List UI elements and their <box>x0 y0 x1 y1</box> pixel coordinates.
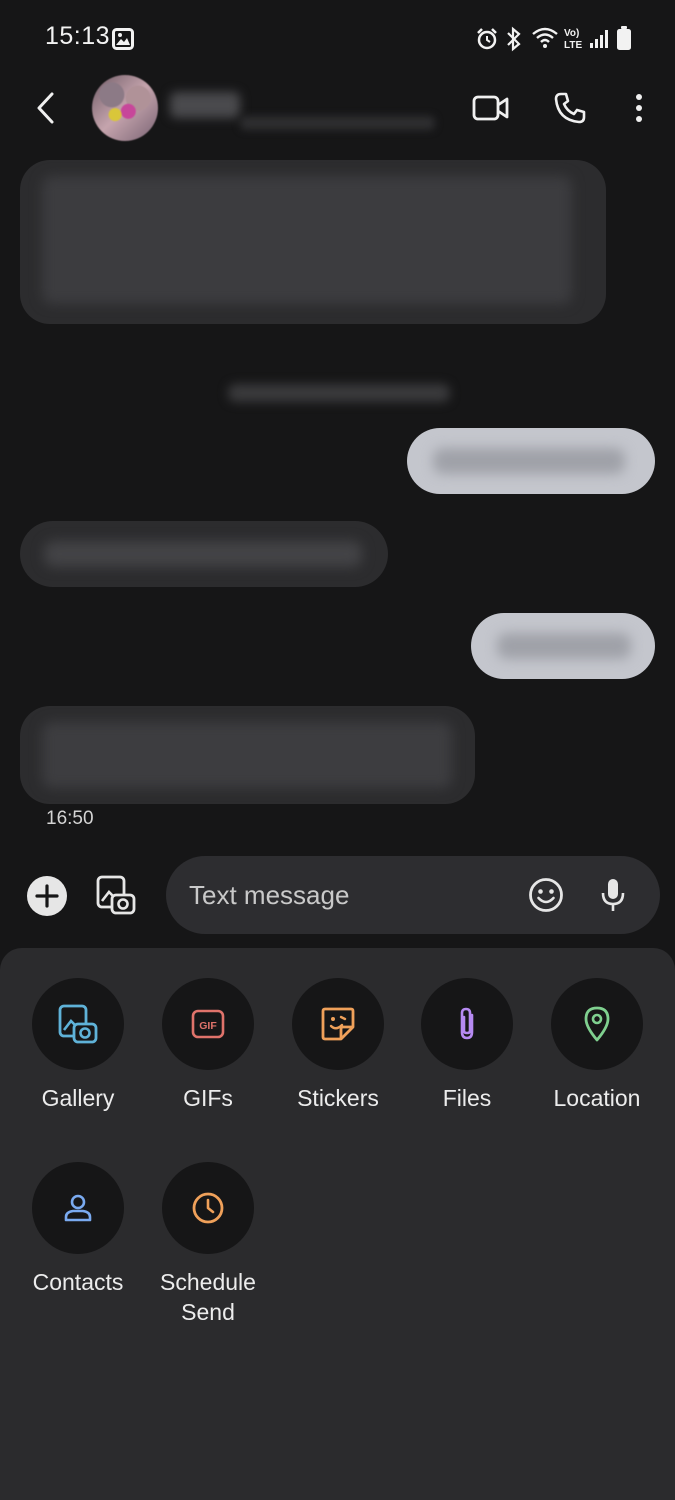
video-call-button[interactable] <box>465 84 517 132</box>
phone-call-button[interactable] <box>546 84 594 132</box>
attachment-panel: Gallery GIF GIFs Stickers Files Location… <box>0 948 675 1500</box>
location-option-button[interactable] <box>551 978 643 1070</box>
microphone-icon <box>601 879 625 911</box>
contacts-option-button[interactable] <box>32 1162 124 1254</box>
contacts-option-label: Contacts <box>32 1269 124 1295</box>
video-call-icon <box>472 95 509 121</box>
paperclip-icon <box>460 1007 474 1040</box>
attach-option-stickers[interactable]: Stickers <box>273 978 403 1113</box>
incoming-message-bubble[interactable] <box>20 521 388 587</box>
incoming-message-bubble[interactable] <box>20 160 606 324</box>
svg-text:LTE: LTE <box>564 40 582 50</box>
incoming-message-bubble[interactable] <box>20 706 475 804</box>
clock-icon <box>192 1192 224 1224</box>
sticker-icon <box>321 1007 355 1041</box>
outgoing-message-bubble[interactable] <box>471 613 655 679</box>
add-attachment-button[interactable] <box>24 873 70 919</box>
contact-name-redacted[interactable] <box>170 92 240 118</box>
gifs-option-label: GIFs <box>183 1085 233 1111</box>
attach-option-schedule-send[interactable]: Schedule Send <box>143 1162 273 1327</box>
emoji-icon <box>529 878 563 912</box>
gallery-notification-icon <box>112 28 134 50</box>
location-pin-icon <box>584 1006 610 1042</box>
gallery-icon <box>58 1004 98 1044</box>
svg-text:Vo): Vo) <box>564 28 579 39</box>
alarm-icon <box>477 28 497 50</box>
location-option-label: Location <box>553 1085 641 1111</box>
date-separator-redacted <box>228 384 450 402</box>
attach-option-location[interactable]: Location <box>532 978 662 1113</box>
message-input-placeholder: Text message <box>189 880 350 910</box>
battery-icon <box>617 26 631 50</box>
more-options-icon <box>636 94 642 122</box>
stickers-option-label: Stickers <box>297 1085 379 1111</box>
files-option-label: Files <box>442 1085 492 1111</box>
gallery-camera-button[interactable] <box>93 872 139 918</box>
svg-text:GIF: GIF <box>199 1020 217 1032</box>
gallery-option-button[interactable] <box>32 978 124 1070</box>
phone-icon <box>554 92 586 124</box>
message-timestamp: 16:50 <box>46 808 94 829</box>
attach-option-gifs[interactable]: GIF GIFs <box>143 978 273 1113</box>
gallery-option-label: Gallery <box>41 1085 115 1111</box>
attach-option-files[interactable]: Files <box>402 978 532 1113</box>
bluetooth-icon <box>507 26 521 52</box>
volte-icon: Vo) LTE <box>564 28 582 50</box>
voice-input-button[interactable] <box>595 872 631 918</box>
gif-icon: GIF <box>191 1009 225 1039</box>
schedule-send-option-label: Schedule Send <box>160 1269 256 1325</box>
more-options-button[interactable] <box>620 84 658 132</box>
gallery-camera-icon <box>96 875 136 915</box>
wifi-icon <box>532 27 558 48</box>
contact-icon <box>64 1194 92 1222</box>
back-icon <box>37 92 54 124</box>
status-time: 15:13 <box>45 22 111 50</box>
add-icon <box>27 876 67 916</box>
back-button[interactable] <box>22 82 70 134</box>
outgoing-message-bubble[interactable] <box>407 428 655 494</box>
stickers-option-button[interactable] <box>292 978 384 1070</box>
emoji-button[interactable] <box>525 873 567 917</box>
contact-subtitle-redacted <box>240 116 435 130</box>
attach-option-gallery[interactable]: Gallery <box>13 978 143 1113</box>
attach-option-contacts[interactable]: Contacts <box>13 1162 143 1297</box>
files-option-button[interactable] <box>421 978 513 1070</box>
contact-avatar[interactable] <box>92 75 158 141</box>
gifs-option-button[interactable]: GIF <box>162 978 254 1070</box>
schedule-send-option-button[interactable] <box>162 1162 254 1254</box>
signal-icon <box>590 30 608 48</box>
